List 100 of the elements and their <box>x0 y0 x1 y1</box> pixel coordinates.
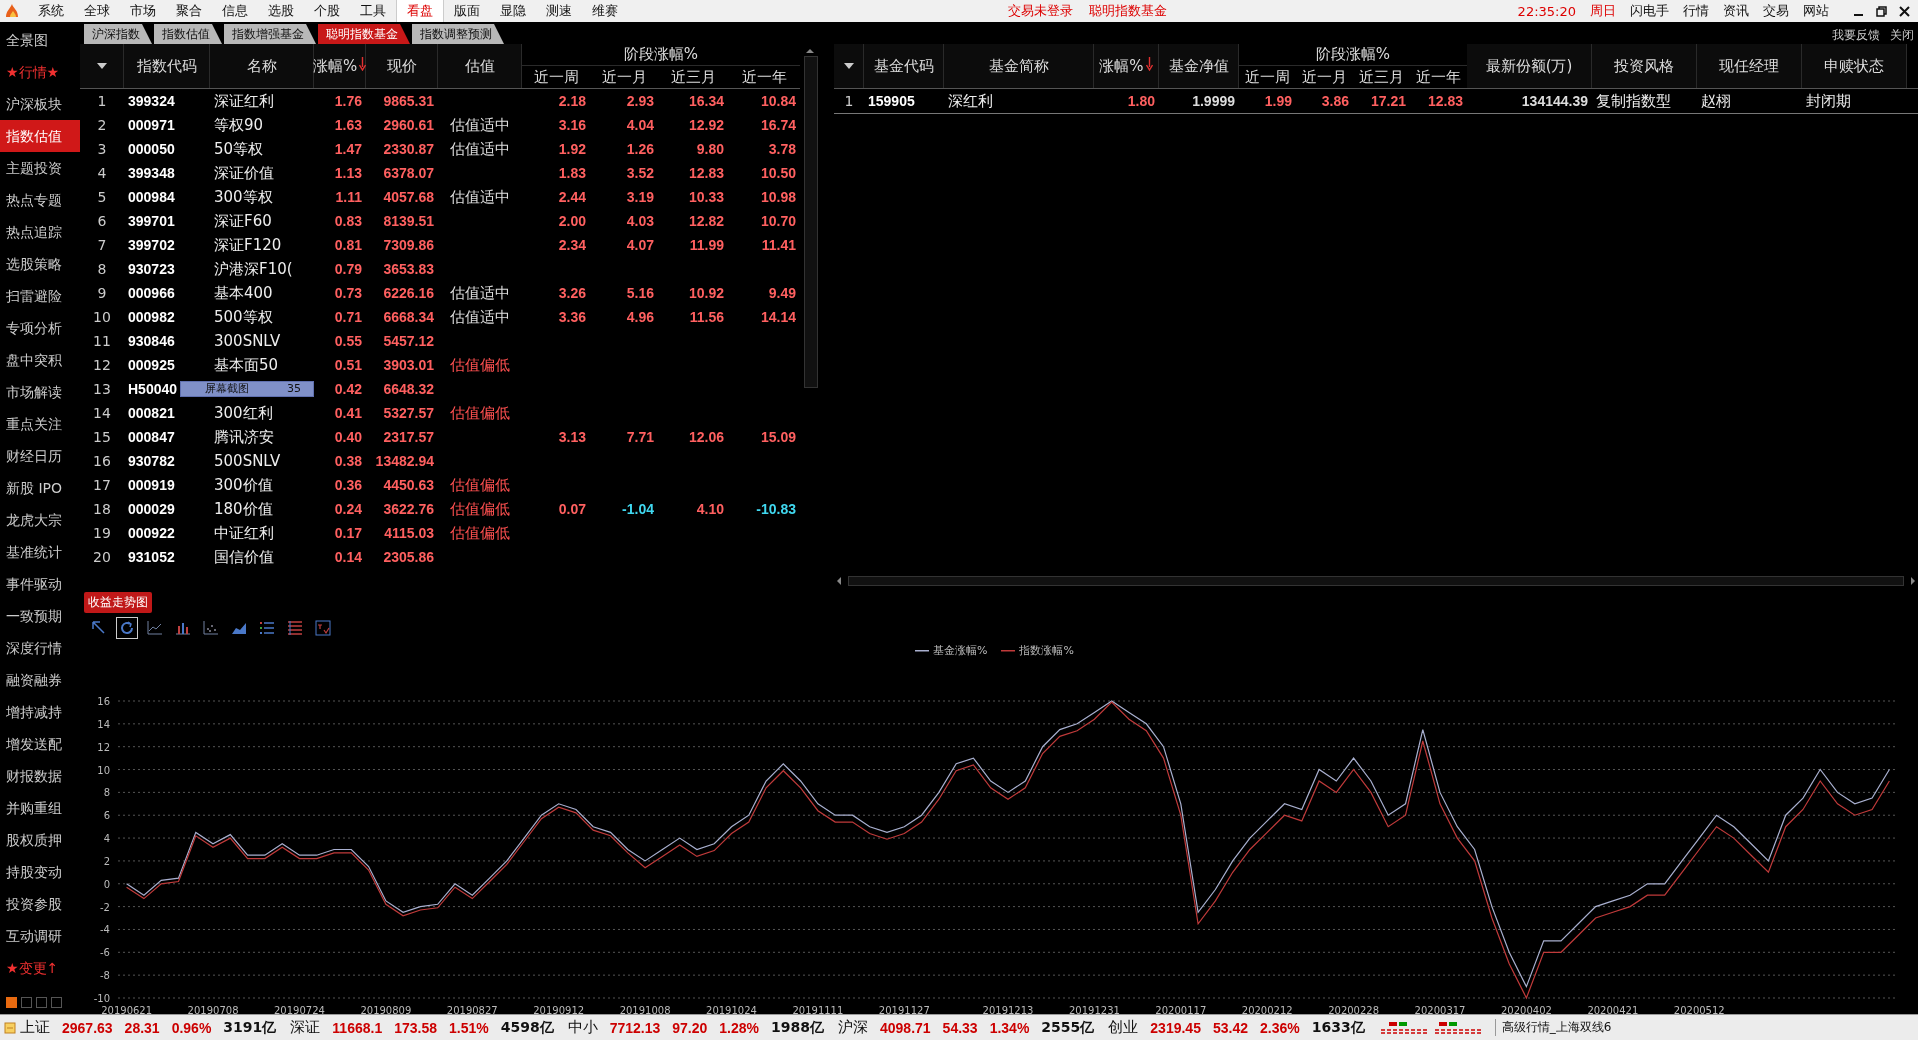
column-header[interactable]: 近三月 <box>1353 66 1410 88</box>
chart-title-button[interactable]: 收益走势图 <box>84 592 152 613</box>
menu-item[interactable]: 个股 <box>304 0 350 22</box>
sidebar-item[interactable]: 事件驱动 <box>0 568 80 600</box>
table-cell-text: 0.55 <box>333 333 363 349</box>
sidebar-item[interactable]: 并购重组 <box>0 792 80 824</box>
sidebar-item[interactable]: 专项分析 <box>0 312 80 344</box>
market-percent: 0.96% <box>171 1019 212 1036</box>
sidebar-item[interactable]: ★行情★ <box>0 56 80 88</box>
sidebar-item[interactable]: 股权质押 <box>0 824 80 856</box>
sidebar-item[interactable]: 新股 IPO <box>0 472 80 504</box>
menu-link[interactable]: 交易 <box>1763 2 1789 20</box>
table-cell-text: 4.03 <box>625 213 655 229</box>
sidebar-item[interactable]: 沪深板块 <box>0 88 80 120</box>
column-header[interactable]: 近一年 <box>1410 66 1467 88</box>
table-cell-text: 1.83 <box>557 165 587 181</box>
menu-item[interactable]: 选股 <box>258 0 304 22</box>
menu-link[interactable]: 资讯 <box>1723 2 1749 20</box>
sidebar-item[interactable]: 盘中突积 <box>0 344 80 376</box>
sidebar-item[interactable]: 市场解读 <box>0 376 80 408</box>
column-header[interactable]: 现价 <box>386 56 417 76</box>
table-cell: 估值适中 <box>450 115 510 134</box>
menu-item[interactable]: 市场 <box>120 0 166 22</box>
table-cell-text: 4.07 <box>625 237 655 253</box>
sidebar-item[interactable]: 投资参股 <box>0 888 80 920</box>
tab[interactable]: 沪深指数 <box>84 24 152 44</box>
column-header[interactable]: 近一周 <box>522 66 590 88</box>
table-cell-text: 深红利 <box>947 91 994 111</box>
menu-item[interactable]: 显隐 <box>490 0 536 22</box>
column-header[interactable]: 近三月 <box>658 66 728 88</box>
sidebar-item[interactable]: 深度行情 <box>0 632 80 664</box>
table-cell-text: 0.14 <box>333 549 363 565</box>
row-number: 12 <box>92 357 112 373</box>
sidebar-item[interactable]: 融资融券 <box>0 664 80 696</box>
tab[interactable]: 聪明指数基金 <box>318 24 410 44</box>
y-tick-label: 8 <box>103 787 110 799</box>
sidebar-item[interactable]: 主题投资 <box>0 152 80 184</box>
sidebar-item[interactable]: 一致预期 <box>0 600 80 632</box>
market-name: 中小 <box>567 1018 598 1037</box>
x-tick-label: 20200317 <box>1414 1005 1466 1016</box>
column-header[interactable]: 名称 <box>246 56 277 76</box>
market-turnover: 4598亿 <box>500 1018 554 1037</box>
sidebar-item[interactable]: 基准统计 <box>0 536 80 568</box>
table-cell-text: 399348 <box>127 165 176 181</box>
column-header[interactable]: 基金简称 <box>988 56 1049 76</box>
table-cell-text: -10.83 <box>755 501 797 517</box>
table-cell: 腾讯济安 <box>214 427 274 446</box>
table-cell-text: 0.07 <box>557 501 587 517</box>
menu-item[interactable]: 工具 <box>350 0 396 22</box>
menu-item[interactable]: 看盘 <box>396 0 444 22</box>
market-value: 7712.13 <box>609 1019 661 1036</box>
menu-item[interactable]: 全球 <box>74 0 120 22</box>
menu-link[interactable]: 网站 <box>1803 2 1829 20</box>
menu-item[interactable]: 系统 <box>28 0 74 22</box>
menu-item[interactable]: 维赛 <box>582 0 628 22</box>
row-number: 15 <box>92 429 112 445</box>
sidebar-item[interactable]: ★变更↑ <box>0 952 80 984</box>
table-cell: 300等权 <box>214 187 273 206</box>
menu-item[interactable]: 聚合 <box>166 0 212 22</box>
table-cell-text: 0.40 <box>333 429 363 445</box>
top-link[interactable]: 我要反馈 <box>1832 27 1880 44</box>
status-text: 交易未登录 <box>1008 2 1073 20</box>
sidebar-item[interactable]: 增持减持 <box>0 696 80 728</box>
table-cell-text: 000050 <box>127 141 176 157</box>
menu-item[interactable]: 测速 <box>536 0 582 22</box>
sidebar-item[interactable]: 财报数据 <box>0 760 80 792</box>
menu-link[interactable]: 闪电手 <box>1630 2 1669 20</box>
table-cell-text: 1.47 <box>333 141 363 157</box>
sidebar-item[interactable]: 财经日历 <box>0 440 80 472</box>
table-cell-text: 14.14 <box>759 309 797 325</box>
sidebar-item[interactable]: 指数估值 <box>0 120 80 152</box>
sidebar-item[interactable]: 持股变动 <box>0 856 80 888</box>
menu-link[interactable]: 行情 <box>1683 2 1709 20</box>
sidebar-item[interactable]: 重点关注 <box>0 408 80 440</box>
sidebar-item[interactable]: 增发送配 <box>0 728 80 760</box>
menu-item[interactable]: 信息 <box>212 0 258 22</box>
sidebar-item[interactable]: 全景图 <box>0 24 80 56</box>
table-cell-text: 3.19 <box>625 189 655 205</box>
top-link[interactable]: 关闭 <box>1890 27 1914 44</box>
x-tick-label: 20191231 <box>1068 1005 1120 1016</box>
sidebar-item[interactable]: 扫雷避险 <box>0 280 80 312</box>
sidebar-item[interactable]: 龙虎大宗 <box>0 504 80 536</box>
table-cell-text: 000922 <box>127 525 176 541</box>
x-tick-label: 20190724 <box>274 1005 325 1016</box>
tab[interactable]: 指数估值 <box>154 24 222 44</box>
sidebar-item[interactable]: 热点追踪 <box>0 216 80 248</box>
tab[interactable]: 指数调整预测 <box>412 24 504 44</box>
menu-item[interactable]: 版面 <box>444 0 490 22</box>
column-header[interactable]: 近一月 <box>590 66 658 88</box>
tab[interactable]: 指数增强基金 <box>224 24 316 44</box>
column-header[interactable]: 近一月 <box>1296 66 1353 88</box>
column-header[interactable]: 近一周 <box>1239 66 1296 88</box>
sidebar-item[interactable]: 互动调研 <box>0 920 80 952</box>
sidebar-item[interactable]: 热点专题 <box>0 184 80 216</box>
column-header[interactable]: 近一年 <box>728 66 800 88</box>
column-header[interactable]: 估值 <box>464 56 495 76</box>
x-tick-label: 20200212 <box>1241 1005 1293 1016</box>
legend-label: 指数涨幅% <box>1019 643 1074 658</box>
sidebar-item[interactable]: 选股策略 <box>0 248 80 280</box>
table-cell-text: 11.99 <box>688 237 725 253</box>
